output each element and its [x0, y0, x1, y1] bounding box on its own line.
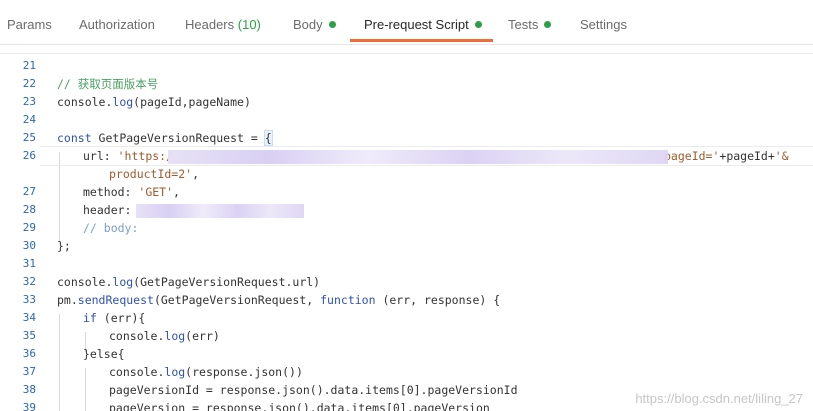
- code-line: 23 console.log(pageId,pageName): [0, 93, 813, 111]
- code-text: productId=2',: [109, 167, 200, 181]
- line-number: 39: [22, 401, 36, 411]
- code-text: if (err){: [83, 311, 146, 325]
- request-tabs: Params Authorization Headers (10) Body P…: [0, 0, 813, 45]
- code-line: 31: [0, 255, 813, 273]
- tab-authorization[interactable]: Authorization: [79, 17, 155, 32]
- code-comment: // body:: [83, 221, 139, 235]
- line-number: 38: [22, 383, 36, 396]
- code-line-wrap: productId=2',: [0, 165, 813, 183]
- line-number: 23: [22, 95, 36, 108]
- code-text: console.log(GetPageVersionRequest.url): [57, 275, 321, 289]
- code-line: 24: [0, 111, 813, 129]
- line-number: 36: [22, 347, 36, 360]
- tab-body[interactable]: Body: [293, 17, 336, 32]
- pre-request-status-dot: [474, 21, 482, 28]
- code-text: pageVersion = response.json().data.items…: [109, 401, 490, 411]
- line-number: 33: [22, 293, 36, 306]
- code-line: 34 if (err){: [0, 309, 813, 327]
- line-number: 25: [22, 131, 36, 144]
- code-line: 29 // body:: [0, 219, 813, 237]
- code-text: console.log(response.json()): [109, 365, 303, 379]
- code-line: 22 // 获取页面版本号: [0, 75, 813, 93]
- code-text: pageId='+pageId+'&: [664, 149, 789, 163]
- code-line: 27 method: 'GET',: [0, 183, 813, 201]
- line-number: 34: [22, 311, 36, 324]
- code-line: 25 const GetPageVersionRequest = {: [0, 129, 813, 147]
- tab-headers-label: Headers: [185, 17, 235, 32]
- line-number: 37: [22, 365, 36, 378]
- code-line: 30 };: [0, 237, 813, 255]
- tab-body-label: Body: [293, 17, 323, 32]
- line-number: 29: [22, 221, 36, 234]
- matched-brace: {: [263, 130, 273, 146]
- code-line: 28 header:: [0, 201, 813, 219]
- code-line: 33 pm.sendRequest(GetPageVersionRequest,…: [0, 291, 813, 309]
- code-text: const GetPageVersionRequest = {: [57, 130, 273, 146]
- line-number: 28: [22, 203, 36, 216]
- line-number: 24: [22, 113, 36, 126]
- tab-settings[interactable]: Settings: [580, 17, 627, 32]
- code-comment: // 获取页面版本号: [57, 77, 159, 91]
- code-text: };: [57, 239, 71, 253]
- tab-params[interactable]: Params: [7, 17, 52, 32]
- tab-pre-request-script[interactable]: Pre-request Script: [364, 17, 482, 32]
- line-number: 27: [22, 185, 36, 198]
- line-number: 32: [22, 275, 36, 288]
- code-line: 37 console.log(response.json()): [0, 363, 813, 381]
- code-line: 35 console.log(err): [0, 327, 813, 345]
- headers-count-badge: (10): [237, 17, 261, 32]
- line-number: 22: [22, 77, 36, 90]
- tab-pre-request-script-label: Pre-request Script: [364, 17, 469, 32]
- code-text: header:: [83, 203, 139, 217]
- code-line: 36 }else{: [0, 345, 813, 363]
- code-text: pm.sendRequest(GetPageVersionRequest, fu…: [57, 293, 501, 307]
- redacted-url: [168, 150, 668, 164]
- active-tab-underline: [350, 39, 493, 42]
- code-text: url: 'https:/: [83, 149, 174, 163]
- line-number: 31: [22, 257, 36, 270]
- code-line: 32 console.log(GetPageVersionRequest.url…: [0, 273, 813, 291]
- line-number: 26: [22, 149, 36, 162]
- redacted-header: [136, 204, 304, 218]
- code-line: 21: [0, 57, 813, 75]
- code-text: console.log(err): [109, 329, 220, 343]
- watermark: https://blog.csdn.net/liling_27: [635, 391, 803, 406]
- line-number: 35: [22, 329, 36, 342]
- line-number: 30: [22, 239, 36, 252]
- body-status-dot: [328, 21, 336, 28]
- tab-headers[interactable]: Headers (10): [185, 17, 261, 32]
- code-text: console.log(pageId,pageName): [57, 95, 251, 109]
- code-text: pageVersionId = response.json().data.ite…: [109, 383, 518, 397]
- code-text: }else{: [83, 347, 125, 361]
- script-editor[interactable]: 21 22 // 获取页面版本号 23 console.log(pageId,p…: [0, 53, 813, 411]
- tab-tests-label: Tests: [508, 17, 539, 32]
- tests-status-dot: [544, 21, 552, 28]
- code-text: method: 'GET',: [83, 185, 180, 199]
- tab-tests[interactable]: Tests: [508, 17, 552, 32]
- line-number: 21: [22, 59, 36, 72]
